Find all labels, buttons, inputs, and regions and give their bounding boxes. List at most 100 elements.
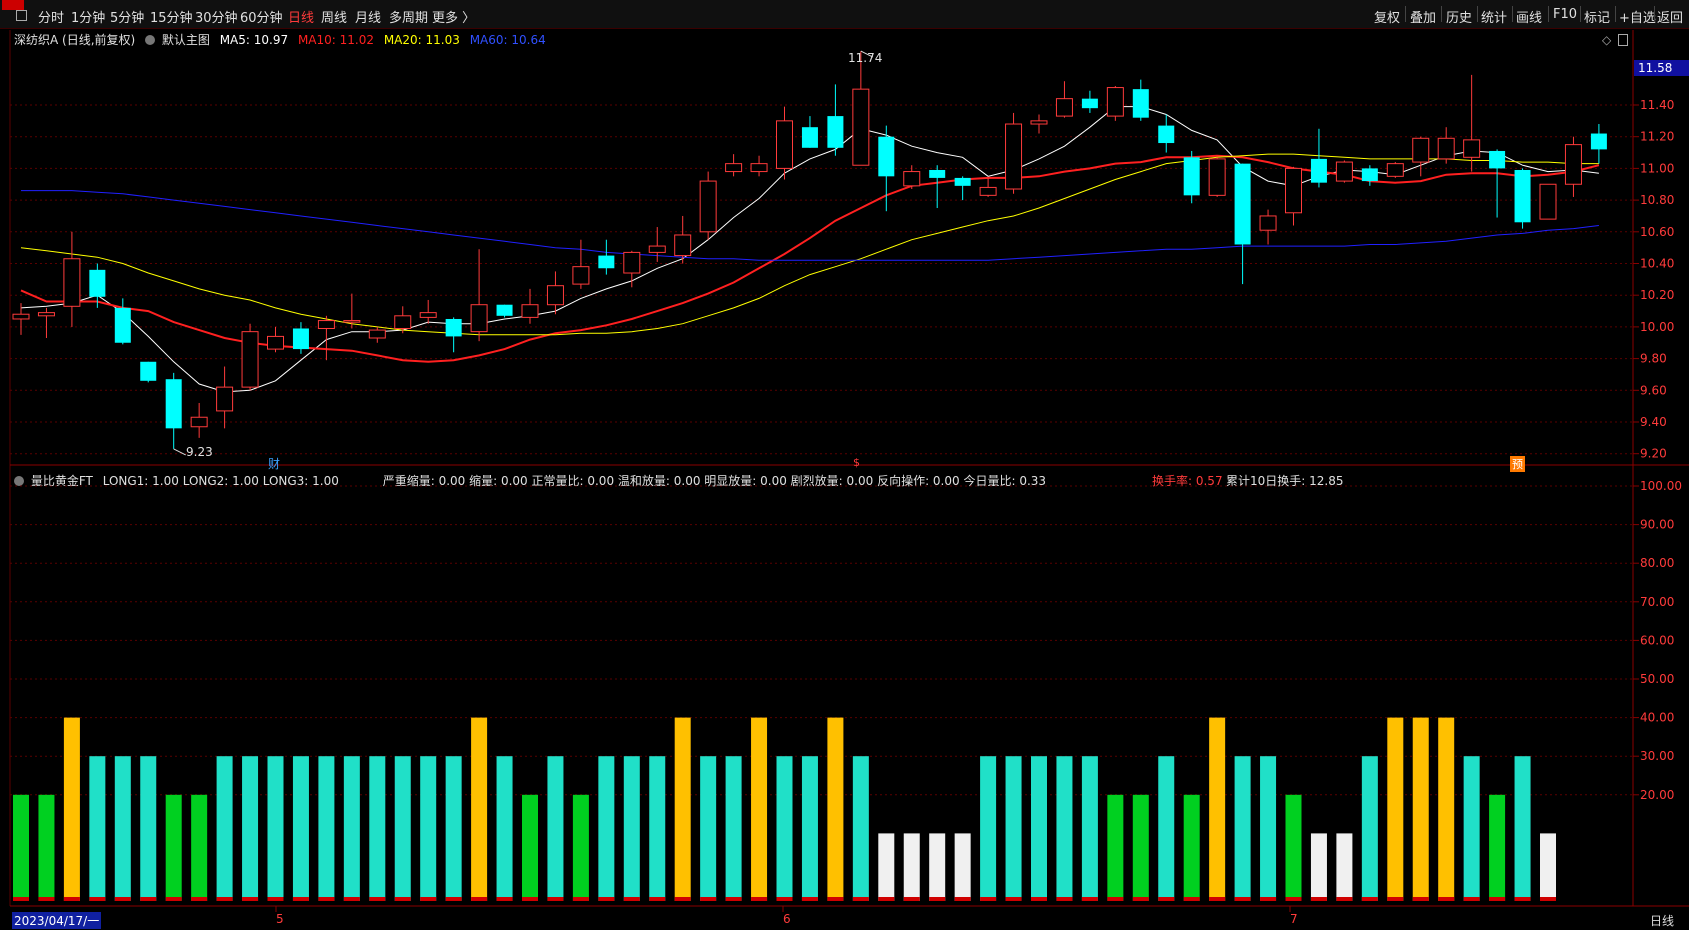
candle-body (1310, 158, 1327, 183)
period-1min[interactable]: 1分钟 (71, 7, 105, 26)
candle-body (801, 127, 818, 148)
candle-body (165, 379, 182, 429)
volume-ratio-bar (623, 756, 640, 901)
period-multi[interactable]: 多周期 (389, 7, 428, 26)
statistics-button[interactable]: 统计 (1481, 7, 1507, 26)
volume-ratio-base (140, 897, 157, 901)
window-icon[interactable] (16, 10, 27, 21)
candle-body (1335, 161, 1353, 182)
volume-ratio-bar (700, 756, 717, 901)
period-5min[interactable]: 5分钟 (110, 7, 144, 26)
sub-axis-label: 60.00 (1640, 633, 1674, 647)
period-daily[interactable]: 日线 (288, 7, 314, 26)
volume-ratio-bar (114, 756, 131, 901)
forecast-marker[interactable]: 预 (1510, 456, 1525, 472)
period-toolbar: 分时 1分钟 5分钟 15分钟 30分钟 60分钟 日线 周线 月线 多周期 更… (0, 0, 1689, 29)
candle-body (1132, 89, 1149, 118)
candle-body (114, 307, 131, 343)
volume-ratio-bar (292, 756, 309, 901)
candle-body (572, 266, 590, 285)
toolbar-divider (1512, 6, 1513, 22)
dividend-marker[interactable]: $ (853, 456, 860, 469)
sub-axis-label: 70.00 (1640, 595, 1674, 609)
volume-ratio-base (1412, 897, 1429, 901)
volume-ratio-base (522, 897, 538, 901)
candle-body (394, 315, 412, 329)
month-label: 6 (783, 912, 791, 926)
volume-ratio-base (38, 897, 55, 901)
ma5-value: MA5: 10.97 (219, 33, 289, 47)
add-watchlist-button[interactable]: +自选 (1619, 7, 1656, 26)
period-30min[interactable]: 30分钟 (195, 7, 238, 26)
candle-body (1081, 98, 1098, 109)
volume-ratio-bar (420, 756, 437, 901)
candle-body (1514, 169, 1531, 223)
kline-chart[interactable]: 11.40 11.20 11.00 10.80 10.60 10.40 10.20 10.00… (0, 0, 1689, 930)
indicator-params: LONG1: 1.00 LONG2: 1.00 LONG3: 1.00 (102, 474, 339, 488)
candle-body (903, 171, 921, 187)
candle-body (725, 163, 743, 173)
history-button[interactable]: 历史 (1446, 7, 1472, 26)
volume-ratio-base (954, 897, 971, 901)
template-name[interactable]: 默认主图 (162, 33, 210, 47)
volume-ratio-bar (445, 756, 462, 901)
volume-ratio-base (114, 897, 131, 901)
period-15min[interactable]: 15分钟 (150, 7, 193, 26)
candle-body (267, 335, 284, 350)
back-button[interactable]: 返回 (1657, 7, 1683, 26)
volume-ratio-bar (191, 794, 208, 901)
ma20-value: MA20: 11.03 (383, 33, 460, 47)
current-price-tag: 11.58 (1634, 60, 1689, 76)
volume-ratio-bar (572, 794, 589, 901)
volume-ratio-bar (852, 756, 869, 901)
indicator-dropdown-icon[interactable] (14, 476, 24, 486)
indicator-name[interactable]: 量比黄金FT (31, 474, 93, 488)
volume-ratio-base (623, 897, 640, 901)
panel-toggle-icon[interactable] (1618, 34, 1628, 46)
volume-ratio-base (1540, 897, 1556, 901)
period-more[interactable]: 更多 〉 (432, 7, 475, 26)
turnover-10d: 累计10日换手: 12.85 (1226, 474, 1344, 488)
period-weekly[interactable]: 周线 (321, 7, 347, 26)
candle-body (1590, 133, 1607, 150)
volume-ratio-base (751, 897, 768, 901)
candle-body (546, 285, 564, 306)
f10-button[interactable]: F10 (1553, 7, 1577, 22)
volume-ratio-base (267, 897, 284, 901)
candle-body (954, 177, 971, 186)
price-axis-label: 10.20 (1640, 288, 1674, 302)
template-dropdown-icon[interactable] (145, 35, 156, 45)
period-fenshi[interactable]: 分时 (38, 7, 64, 26)
app-logo (2, 0, 24, 10)
mark-button[interactable]: 标记 (1584, 7, 1610, 26)
volume-ratio-base (292, 897, 309, 901)
candle-body (1259, 215, 1277, 231)
candle-body (1489, 150, 1506, 169)
volume-ratio-bar (776, 756, 793, 901)
volume-ratio-bar (980, 756, 997, 901)
period-60min[interactable]: 60分钟 (240, 7, 283, 26)
volume-ratio-base (63, 897, 80, 901)
candle-body (674, 234, 692, 257)
volume-ratio-base (878, 897, 895, 901)
volume-ratio-base (1158, 897, 1175, 901)
volume-ratio-base (547, 897, 564, 901)
volume-ratio-bar (1056, 756, 1073, 901)
diamond-icon[interactable]: ◇ (1602, 33, 1611, 47)
volume-ratio-bar (38, 794, 55, 901)
candle-body (1285, 167, 1302, 214)
stock-name[interactable]: 深纺织A (日线,前复权) (14, 33, 135, 47)
period-monthly[interactable]: 月线 (355, 7, 381, 26)
candle-body (12, 313, 30, 320)
finance-marker[interactable]: 财 (268, 455, 280, 472)
candle-body (1208, 158, 1226, 196)
volume-ratio-bar (1438, 717, 1455, 901)
high-price-label: 11.74 (848, 51, 883, 65)
overlay-button[interactable]: 叠加 (1410, 7, 1436, 26)
draw-line-button[interactable]: 画线 (1516, 7, 1542, 26)
volume-ratio-base (394, 897, 411, 901)
candle-body (343, 320, 361, 323)
fuquan-button[interactable]: 复权 (1374, 7, 1400, 26)
volume-ratio-bar (1005, 756, 1022, 901)
volume-ratio-bar (242, 756, 259, 901)
